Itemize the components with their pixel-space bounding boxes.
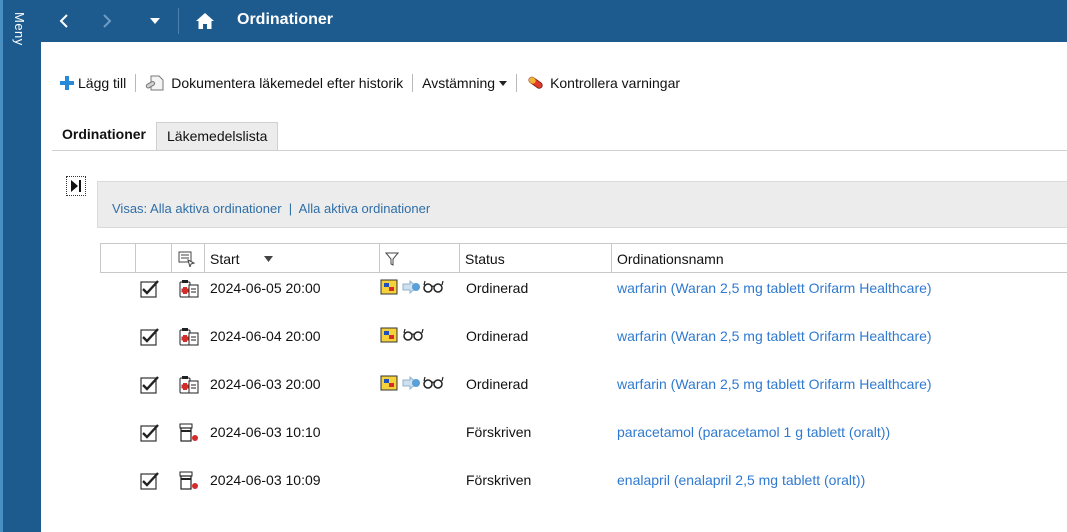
side-menu[interactable]: Meny <box>0 0 41 532</box>
row-start-date: 2024-06-03 10:10 <box>210 424 321 440</box>
toolbar-separator <box>412 74 414 92</box>
toolbar: Lägg till Dokumentera läkemedel efter hi… <box>60 70 680 96</box>
back-button[interactable] <box>41 0 87 42</box>
check-warnings-label: Kontrollera varningar <box>550 75 681 91</box>
table-row[interactable]: 2024-06-03 10:10 Förskriven paracetamol (p… <box>100 417 1067 465</box>
external-source-icon <box>402 280 422 294</box>
schedule-icon <box>380 375 398 391</box>
orders-table: Start Status Ordinationsnamn 2024-06-05 … <box>100 243 1067 513</box>
reconcile-dropdown[interactable]: Avstämning <box>422 75 508 91</box>
menu-label[interactable]: Meny <box>12 12 27 46</box>
row-checkbox[interactable] <box>140 472 160 490</box>
table-row[interactable]: 2024-06-05 20:00 Ordinerad warfarin (Waran… <box>100 273 1067 321</box>
tab-lakemedelslista[interactable]: Läkemedelslista <box>156 122 279 150</box>
table-row[interactable]: 2024-06-03 10:09 Förskriven enalapril (ena… <box>100 465 1067 513</box>
header-select-column[interactable] <box>100 244 136 273</box>
tab-ordinationer[interactable]: Ordinationer <box>52 120 157 150</box>
row-status: Ordinerad <box>466 280 529 296</box>
expand-arrow-icon <box>71 180 81 192</box>
row-flags <box>380 327 426 343</box>
medication-chart-icon <box>178 375 200 395</box>
filter-bar: Visas: Alla aktiva ordinationer | Alla a… <box>97 181 1067 228</box>
header-status-label: Status <box>465 250 505 267</box>
header-check-column[interactable] <box>136 244 172 273</box>
document-history-label: Dokumentera läkemedel efter historik <box>171 75 404 91</box>
header-start-column[interactable]: Start <box>205 244 380 273</box>
row-checkbox[interactable] <box>140 376 160 394</box>
add-button-label: Lägg till <box>78 75 127 91</box>
prescription-icon <box>178 423 200 443</box>
row-status: Ordinerad <box>466 376 529 392</box>
header-type-column[interactable] <box>172 244 205 273</box>
forward-button[interactable] <box>87 0 127 42</box>
side-menu-accent <box>0 0 3 532</box>
document-history-button[interactable]: Dokumentera läkemedel efter historik <box>145 74 403 92</box>
glasses-icon <box>402 328 426 342</box>
home-button[interactable] <box>187 0 223 42</box>
glasses-icon <box>422 280 446 294</box>
check-warnings-button[interactable]: Kontrollera varningar <box>526 74 680 92</box>
tab-bar: Ordinationer Läkemedelslista <box>52 120 279 150</box>
medication-chart-icon <box>178 279 200 299</box>
row-checkbox[interactable] <box>140 328 160 346</box>
caret-down-icon <box>150 18 160 24</box>
row-checkbox[interactable] <box>140 424 160 442</box>
column-chooser-icon <box>178 251 196 267</box>
table-row[interactable]: 2024-06-03 20:00 Ordinerad warfarin (Waran… <box>100 369 1067 417</box>
filter-link[interactable]: Visas: Alla aktiva ordinationer | Alla a… <box>112 201 430 216</box>
toolbar-separator <box>135 74 137 92</box>
expand-panel-button[interactable] <box>66 176 86 196</box>
plus-icon <box>60 76 74 90</box>
schedule-icon <box>380 279 398 295</box>
row-order-name-link[interactable]: warfarin (Waran 2,5 mg tablett Orifarm H… <box>617 280 932 296</box>
header-name-label: Ordinationsnamn <box>617 250 724 267</box>
add-button[interactable]: Lägg till <box>60 75 126 91</box>
row-start-date: 2024-06-03 10:09 <box>210 472 321 488</box>
header-flags-column[interactable] <box>380 244 460 273</box>
sort-desc-icon <box>263 255 273 262</box>
row-flags <box>380 279 446 295</box>
chevron-left-icon <box>59 14 68 28</box>
header-bar: Ordinationer <box>41 0 1067 42</box>
home-icon <box>196 13 214 29</box>
toolbar-separator <box>516 74 518 92</box>
table-body: 2024-06-05 20:00 Ordinerad warfarin (Waran… <box>100 273 1067 513</box>
header-separator <box>178 8 179 34</box>
row-start-date: 2024-06-03 20:00 <box>210 376 321 392</box>
medication-chart-icon <box>178 327 200 347</box>
row-start-date: 2024-06-05 20:00 <box>210 280 321 296</box>
table-row[interactable]: 2024-06-04 20:00 Ordinerad warfarin (Waran… <box>100 321 1067 369</box>
schedule-icon <box>380 327 398 343</box>
reconcile-label: Avstämning <box>422 75 496 91</box>
glasses-icon <box>422 376 446 390</box>
row-status: Förskriven <box>466 472 532 488</box>
row-flags <box>380 375 446 391</box>
row-order-name-link[interactable]: enalapril (enalapril 2,5 mg tablett (ora… <box>617 472 865 488</box>
row-status: Ordinerad <box>466 328 529 344</box>
filter-icon <box>385 252 399 266</box>
pill-document-icon <box>146 75 164 91</box>
header-status-column[interactable]: Status <box>460 244 612 273</box>
page-title: Ordinationer <box>237 11 334 28</box>
external-source-icon <box>402 376 422 390</box>
pill-warning-icon <box>528 76 543 89</box>
row-status: Förskriven <box>466 424 532 440</box>
caret-down-icon <box>499 80 508 86</box>
row-order-name-link[interactable]: warfarin (Waran 2,5 mg tablett Orifarm H… <box>617 328 932 344</box>
row-order-name-link[interactable]: paracetamol (paracetamol 1 g tablett (or… <box>617 424 890 440</box>
table-header: Start Status Ordinationsnamn <box>100 243 1067 273</box>
header-start-label: Start <box>210 250 240 267</box>
header-name-column[interactable]: Ordinationsnamn <box>612 244 1067 273</box>
prescription-icon <box>178 471 200 491</box>
chevron-right-icon <box>103 14 112 28</box>
row-order-name-link[interactable]: warfarin (Waran 2,5 mg tablett Orifarm H… <box>617 376 932 392</box>
tab-divider <box>52 150 1067 151</box>
row-checkbox[interactable] <box>140 280 160 298</box>
row-start-date: 2024-06-04 20:00 <box>210 328 321 344</box>
history-dropdown-button[interactable] <box>137 0 173 42</box>
